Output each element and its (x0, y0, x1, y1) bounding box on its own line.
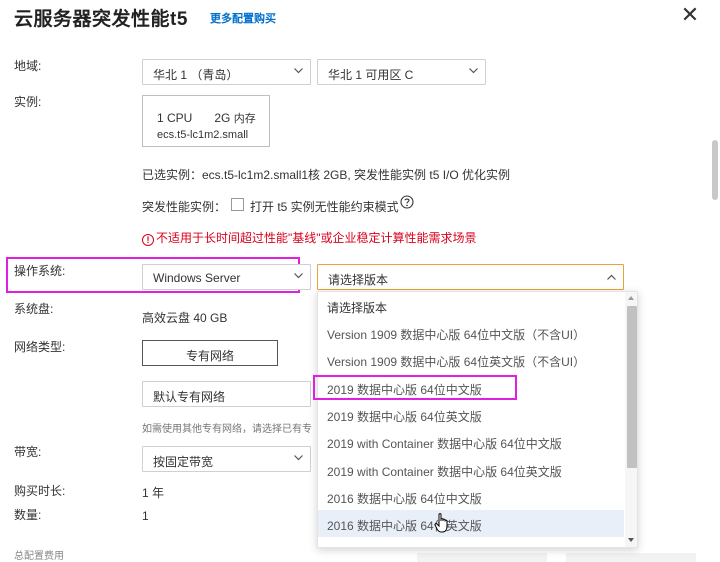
bandwidth-select-value: 按固定带宽 (153, 455, 214, 469)
dialog-header: 云服务器突发性能t5 更多配置购买 ✕ (0, 0, 720, 36)
dropdown-option[interactable]: Version 1909 数据中心版 64位中文版（不含UI） (318, 319, 624, 346)
warning-text: ! 不适用于长时间超过性能"基线"或企业稳定计算性能需求场景 (142, 229, 477, 246)
dropdown-scroll-thumb[interactable] (627, 306, 637, 468)
network-label: 网络类型: (14, 340, 66, 354)
region-select[interactable]: 华北 1 （青岛） (142, 59, 311, 85)
os-version-select[interactable]: 请选择版本 (317, 264, 624, 290)
dropdown-option[interactable]: 请选择版本 (318, 292, 624, 319)
more-config-link[interactable]: 更多配置购买 (210, 10, 276, 26)
vpc-note: 如需使用其他专有网络，请选择已有专 (142, 424, 312, 435)
os-select-value: Windows Server (153, 271, 241, 285)
unlimited-mode-label: 打开 t5 实例无性能约束模式 (250, 200, 399, 214)
burst-label: 突发性能实例： (142, 200, 227, 214)
total-label: 总配置费用 (14, 551, 64, 562)
instance-memory-suffix: 内存 (233, 113, 256, 125)
warning-message: 不适用于长时间超过性能"基线"或企业稳定计算性能需求场景 (156, 231, 477, 245)
unlimited-mode-checkbox[interactable] (231, 198, 244, 211)
zone-select-value: 华北 1 可用区 C (328, 68, 414, 82)
vpc-button-label: 专有网络 (185, 349, 234, 363)
page-scrollbar[interactable] (712, 140, 718, 200)
instance-type: ecs.t5-lc1m2.small (157, 129, 249, 141)
os-version-dropdown[interactable]: 请选择版本 Version 1909 数据中心版 64位中文版（不含UI） Ve… (317, 291, 638, 548)
selected-instance-text: 已选实例：ecs.t5-lc1m2.small1核 2GB, 突发性能实例 t5… (142, 168, 511, 182)
region-label: 地域: (14, 59, 42, 73)
os-label: 操作系统: (14, 264, 66, 278)
os-version-select-value: 请选择版本 (328, 273, 389, 287)
duration-label: 购买时长: (14, 484, 66, 498)
region-select-value: 华北 1 （青岛） (153, 68, 239, 82)
bandwidth-select[interactable]: 按固定带宽 (142, 446, 311, 472)
dropdown-option[interactable]: 2019 数据中心版 64位英文版 (318, 401, 624, 428)
close-icon[interactable]: ✕ (681, 2, 699, 27)
vpc-select[interactable]: 默认专有网络 (142, 381, 311, 407)
quantity-label: 数量: (14, 508, 42, 522)
vpc-button[interactable]: 专有网络 (142, 340, 278, 366)
instance-card[interactable]: 1 CPU 2G 内存 ecs.t5-lc1m2.small (142, 95, 270, 147)
chevron-up-icon (607, 274, 616, 282)
dropdown-option[interactable]: 2019 with Container 数据中心版 64位英文版 (318, 456, 624, 483)
instance-label: 实例: (14, 95, 42, 109)
footer-bar-left (417, 553, 547, 562)
instance-memory: 2G (214, 111, 231, 125)
close-button[interactable]: ✕ (680, 2, 700, 28)
os-select[interactable]: Windows Server (142, 264, 311, 290)
zone-select[interactable]: 华北 1 可用区 C (317, 59, 486, 85)
instance-cpu: 1 CPU (157, 111, 193, 125)
duration-value: 1 年 (142, 486, 165, 500)
scroll-down-icon[interactable] (628, 538, 634, 542)
help-icon[interactable] (400, 195, 414, 212)
warning-icon: ! (142, 234, 154, 246)
chevron-down-icon (294, 455, 303, 463)
quantity-value: 1 (142, 509, 149, 523)
dropdown-option-hovered[interactable]: 2016 数据中心版 64位英文版 (318, 510, 624, 537)
vpc-select-value: 默认专有网络 (153, 390, 226, 404)
chevron-down-icon (294, 273, 303, 281)
dropdown-option[interactable]: 2016 数据中心版 64位中文版 (318, 483, 624, 510)
footer-bar-right (566, 553, 696, 562)
scroll-up-icon[interactable] (628, 296, 634, 300)
dropdown-option[interactable]: Version 1909 数据中心版 64位英文版（不含UI） (318, 346, 624, 373)
dialog-title: 云服务器突发性能t5 (14, 9, 188, 30)
chevron-down-icon (294, 68, 303, 76)
chevron-down-icon (469, 68, 478, 76)
disk-label: 系统盘: (14, 302, 54, 316)
instance-spec: 1 CPU 2G 内存 (157, 110, 256, 126)
bandwidth-label: 带宽: (14, 445, 42, 459)
disk-value: 高效云盘 40 GB (142, 311, 228, 325)
option-highlight-box (313, 375, 517, 400)
dropdown-option[interactable]: 2019 with Container 数据中心版 64位中文版 (318, 428, 624, 455)
hand-cursor-icon (434, 512, 452, 537)
